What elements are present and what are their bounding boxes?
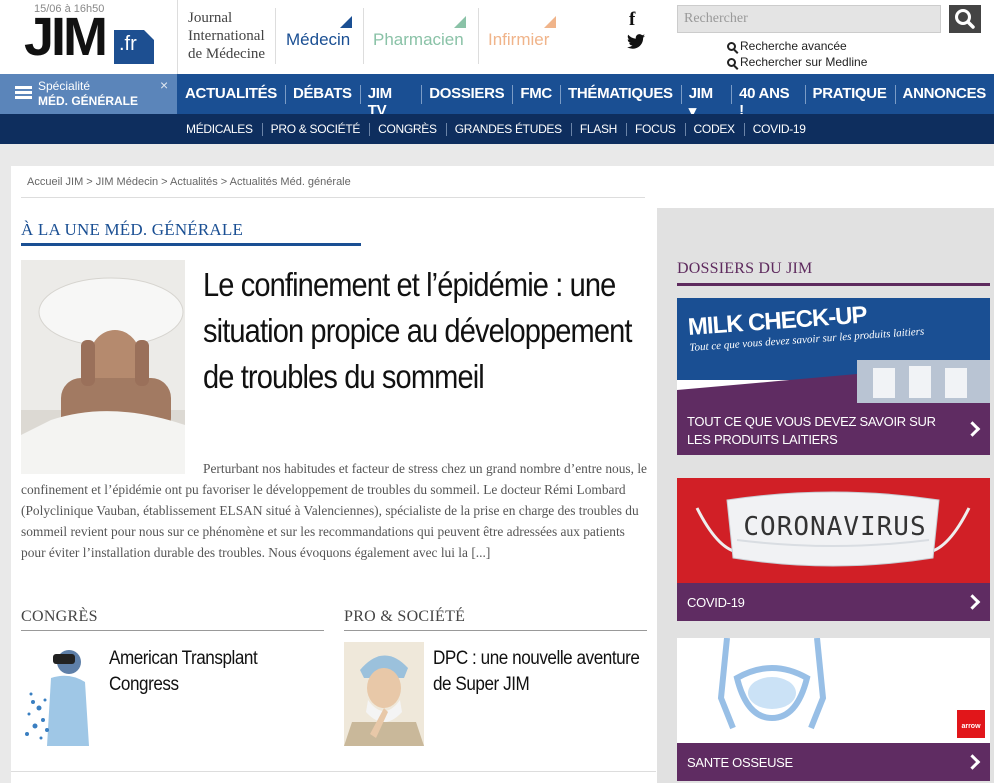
medline-search-link[interactable]: Rechercher sur Medline	[727, 55, 867, 69]
sleepless-man-photo	[21, 260, 185, 474]
dossier-card-milk[interactable]: MILK CHECK-UP Tout ce que vous devez sav…	[677, 298, 990, 455]
sub-nav-item[interactable]: MÉDICALES	[177, 114, 262, 144]
journal-title: Journal International de Médecine	[188, 9, 265, 63]
sub-nav-item[interactable]: FOCUS	[626, 114, 685, 144]
divider	[363, 8, 364, 64]
sidebar: DOSSIERS DU JIM MILK CHECK-UP Tout ce qu…	[657, 208, 994, 783]
menu-icon[interactable]	[15, 86, 32, 100]
chevron-right-icon	[964, 754, 981, 770]
facebook-icon[interactable]: f	[629, 9, 635, 31]
sub-nav-items: MÉDICALES PRO & SOCIÉTÉ CONGRÈS GRANDES ÉTU…	[177, 114, 815, 144]
skeleton-illustration: arrow	[677, 638, 990, 743]
nav-item[interactable]: ANNONCES	[894, 74, 994, 114]
sub-nav-item[interactable]: COVID-19	[743, 114, 815, 144]
sub-navigation: MÉDICALES PRO & SOCIÉTÉ CONGRÈS GRANDES ÉTU…	[0, 114, 994, 144]
jim-logo[interactable]: JIM 15/06 à 16h50 .fr	[0, 0, 178, 74]
journal-line: de Médecine	[188, 46, 266, 62]
banner-title: CORONAVIRUS	[743, 512, 927, 542]
dossier-card-bone[interactable]: arrow SANTE OSSEUSE	[677, 638, 990, 781]
main-nav-items: ACTUALITÉS DÉBATS JIM TV DOSSIERS FMC THÉMATI…	[177, 74, 994, 120]
dossier-caption[interactable]: TOUT CE QUE VOUS DEVEZ SAVOIR SUR LES PR…	[677, 403, 990, 455]
featured-article-summary: Perturbant nos habitudes et facteur de s…	[21, 461, 647, 560]
site-link-pharmacien[interactable]: Pharmacien	[373, 30, 464, 50]
divider	[21, 630, 324, 631]
advanced-search-link[interactable]: Recherche avancée	[727, 39, 847, 53]
dossier-caption-text: TOUT CE QUE VOUS DEVEZ SAVOIR SUR LES PR…	[687, 414, 936, 447]
site-link-infirmier[interactable]: Infirmier	[488, 30, 549, 50]
nav-item[interactable]: FMC	[512, 74, 560, 114]
dossier-card-covid[interactable]: CORONAVIRUS COVID-19	[677, 478, 990, 621]
search-icon	[727, 58, 736, 67]
speciality-line: MÉD. GÉNÉRALE	[38, 94, 139, 108]
breadcrumb[interactable]: Accueil JIM > JIM Médecin > Actualités >…	[27, 176, 351, 188]
search-input[interactable]: Rechercher	[677, 5, 941, 33]
search-icon	[727, 42, 736, 51]
logo-corner	[144, 30, 154, 40]
banner-stripe	[677, 360, 990, 403]
journal-line: Journal	[188, 10, 233, 26]
search-button[interactable]	[949, 5, 981, 33]
triangle-icon	[340, 16, 352, 28]
divider	[478, 8, 479, 64]
nav-item[interactable]: THÉMATIQUES	[559, 74, 681, 114]
sub-nav-item[interactable]: CODEX	[684, 114, 744, 144]
site-header: JIM 15/06 à 16h50 .fr Journal Internatio…	[0, 0, 994, 74]
journal-line: International	[188, 28, 265, 44]
nav-item[interactable]: 40 ANS !	[731, 74, 804, 119]
current-date: 15/06 à 16h50	[34, 3, 105, 15]
divider	[275, 8, 276, 64]
next-section-hint	[11, 771, 656, 783]
medline-search-label: Rechercher sur Medline	[740, 55, 868, 69]
super-jim-illustration	[344, 642, 424, 746]
dossiers-label[interactable]: DOSSIERS DU JIM	[677, 260, 812, 278]
site-link-medecin[interactable]: Médecin	[286, 30, 350, 50]
nav-item[interactable]: DOSSIERS	[421, 74, 512, 114]
une-section-label[interactable]: À LA UNE MÉD. GÉNÉRALE	[21, 220, 243, 240]
nav-item[interactable]: DÉBATS	[285, 74, 360, 114]
advanced-search-label: Recherche avancée	[740, 39, 847, 53]
twitter-icon[interactable]	[627, 34, 645, 54]
sub-nav-item[interactable]: GRANDES ÉTUDES	[445, 114, 571, 144]
sub-nav-item[interactable]: CONGRÈS	[369, 114, 446, 144]
divider	[21, 197, 645, 198]
section-label-congres[interactable]: CONGRÈS	[21, 608, 98, 626]
divider	[21, 243, 361, 246]
speciality-selector[interactable]: Spécialité MÉD. GÉNÉRALE ×	[0, 74, 177, 114]
pro-societe-article-title[interactable]: DPC : une nouvelle aventure de Super JIM	[433, 646, 645, 698]
speciality-label: Spécialité MÉD. GÉNÉRALE	[38, 79, 138, 109]
chevron-right-icon	[964, 421, 981, 437]
dossier-caption[interactable]: SANTE OSSEUSE	[677, 743, 990, 781]
close-icon[interactable]: ×	[160, 77, 168, 93]
congres-article-title[interactable]: American Transplant Congress	[109, 646, 321, 698]
chevron-right-icon	[964, 594, 981, 610]
sub-nav-item[interactable]: FLASH	[570, 114, 626, 144]
section-label-pro-societe[interactable]: PRO & SOCIÉTÉ	[344, 608, 465, 626]
milk-banner-image: MILK CHECK-UP Tout ce que vous devez sav…	[677, 298, 990, 403]
sponsor-logo-icon: arrow	[961, 723, 981, 730]
sub-nav-item[interactable]: PRO & SOCIÉTÉ	[261, 114, 369, 144]
triangle-icon	[454, 16, 466, 28]
nav-item[interactable]: PRATIQUE	[804, 74, 895, 114]
divider	[677, 283, 990, 286]
nav-item[interactable]: JIM ▾	[680, 74, 731, 120]
logo-wordmark: JIM	[24, 7, 108, 67]
main-navigation: Spécialité MÉD. GÉNÉRALE × ACTUALITÉS DÉB…	[0, 74, 994, 120]
featured-article-image[interactable]	[21, 260, 185, 474]
divider	[344, 630, 647, 631]
congres-article-image[interactable]	[21, 642, 101, 746]
dossier-caption-text: SANTE OSSEUSE	[687, 755, 793, 770]
bone-xray-image: arrow	[677, 638, 990, 743]
coronavirus-mask-image: CORONAVIRUS	[677, 478, 990, 583]
transplant-figure-image	[21, 642, 101, 746]
dossier-caption-text: COVID-19	[687, 595, 745, 610]
content-area: Accueil JIM > JIM Médecin > Actualités >…	[11, 166, 994, 783]
triangle-icon	[544, 16, 556, 28]
nav-item[interactable]: ACTUALITÉS	[177, 74, 285, 114]
search-icon	[955, 9, 975, 29]
dossier-caption[interactable]: COVID-19	[677, 583, 990, 621]
nav-item[interactable]: JIM TV	[359, 74, 421, 119]
featured-article-title[interactable]: Le confinement et l’épidémie : une situa…	[203, 262, 634, 400]
pro-societe-article-image[interactable]	[344, 642, 424, 746]
speciality-line: Spécialité	[38, 79, 91, 93]
